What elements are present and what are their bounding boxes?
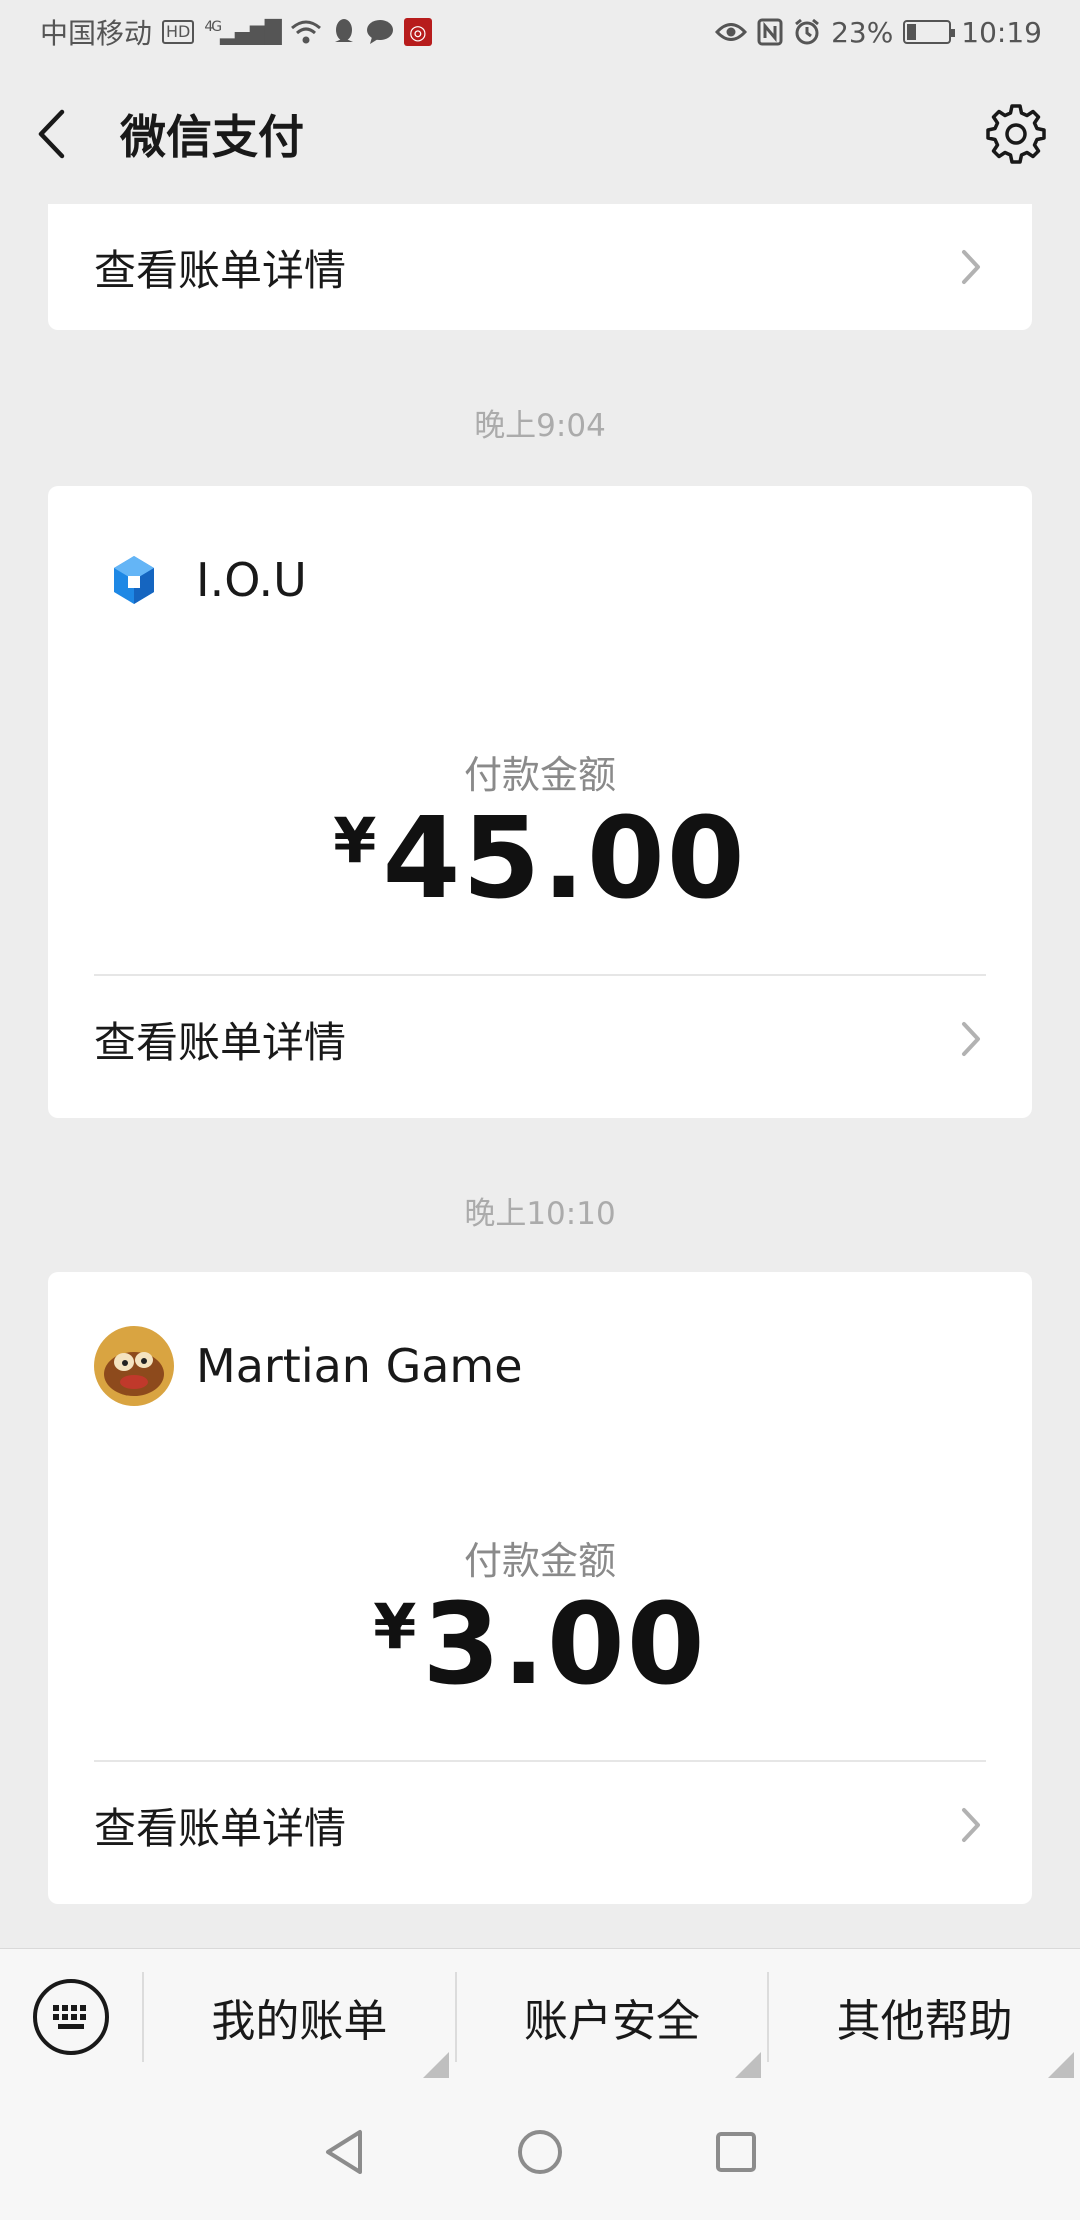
chevron-right-icon [962, 1808, 980, 1842]
wifi-icon [290, 20, 321, 44]
transaction-card: I.O.U 付款金额 ¥45.00 查看账单详情 [48, 486, 1032, 1118]
alarm-icon [795, 18, 819, 45]
merchant-row: I.O.U [94, 540, 307, 620]
eye-icon [715, 23, 748, 41]
merchant-name: I.O.U [196, 553, 307, 607]
gear-icon [986, 104, 1046, 164]
bottom-menu: 我的账单 账户安全 其他帮助 [0, 1948, 1080, 2084]
qq-icon [334, 19, 353, 42]
nav-back-icon[interactable] [322, 2128, 366, 2176]
status-right: 23% 10:19 [715, 16, 1042, 49]
transaction-card: Martian Game 付款金额 ¥3.00 查看账单详情 [48, 1272, 1032, 1904]
nav-recents-icon[interactable] [714, 2130, 758, 2174]
status-left: 中国移动 HD 4G▂▄▆█ ◎ [40, 12, 432, 52]
chat-bubble-icon [366, 20, 393, 44]
system-nav-bar [0, 2084, 1080, 2220]
payment-amount-label: 付款金额 [463, 1539, 616, 1583]
merchant-name: Martian Game [196, 1339, 523, 1393]
bank-app-icon: ◎ [403, 18, 432, 46]
keyboard-icon [33, 1978, 109, 2055]
page-title: 微信支付 [120, 110, 304, 164]
chevron-right-icon [962, 1022, 980, 1056]
nav-home-icon[interactable] [516, 2128, 564, 2176]
transaction-time: 晚上10:10 [464, 1196, 616, 1232]
view-bill-details-row[interactable]: 查看账单详情 [94, 204, 986, 330]
payment-amount: ¥3.00 [48, 1580, 1032, 1710]
view-bill-details-label: 查看账单详情 [94, 245, 347, 295]
merchant-row: Martian Game [94, 1326, 523, 1406]
keyboard-toggle-button[interactable] [0, 1949, 142, 2085]
signal-icon: 4G▂▄▆█ [204, 18, 281, 46]
amount-value: 45.00 [382, 794, 747, 924]
battery-percent: 23% [831, 15, 894, 49]
view-bill-details-label: 查看账单详情 [94, 1017, 347, 1067]
network-type: 4G [204, 18, 222, 35]
back-button[interactable] [36, 104, 84, 164]
battery-fill [907, 24, 917, 40]
submenu-indicator-icon [1048, 2051, 1075, 2078]
view-bill-details-row[interactable]: 查看账单详情 [94, 1762, 986, 1888]
view-bill-details-label: 查看账单详情 [94, 1803, 347, 1853]
martian-game-avatar-icon [94, 1326, 174, 1406]
hd-icon: HD [162, 20, 195, 44]
carrier-name: 中国移动 [40, 17, 153, 50]
currency-symbol: ¥ [333, 804, 377, 877]
menu-my-bills[interactable]: 我的账单 [142, 1971, 455, 2078]
transaction-time: 晚上9:04 [474, 408, 606, 444]
payment-amount: ¥45.00 [48, 794, 1032, 924]
chevron-left-icon [38, 109, 65, 159]
settings-button[interactable] [984, 102, 1048, 166]
menu-item-label: 账户安全 [524, 1995, 700, 2047]
status-bar: 中国移动 HD 4G▂▄▆█ ◎ 23% 10:19 [0, 0, 1080, 64]
view-bill-details-row[interactable]: 查看账单详情 [94, 976, 986, 1102]
chevron-right-icon [962, 250, 980, 284]
payment-amount-label: 付款金额 [463, 753, 616, 797]
nfc-icon [757, 18, 783, 46]
submenu-indicator-icon [735, 2051, 762, 2078]
iou-logo-icon [114, 556, 154, 604]
menu-other-help[interactable]: 其他帮助 [767, 1971, 1080, 2078]
currency-symbol: ¥ [373, 1590, 417, 1663]
transaction-card-partial: 查看账单详情 [48, 204, 1032, 330]
clock: 10:19 [961, 15, 1042, 49]
battery-icon [903, 20, 956, 44]
menu-item-label: 其他帮助 [836, 1995, 1013, 2047]
amount-value: 3.00 [422, 1580, 707, 1710]
menu-item-label: 我的账单 [211, 1995, 388, 2047]
submenu-indicator-icon [422, 2051, 449, 2078]
menu-account-security[interactable]: 账户安全 [454, 1971, 768, 2078]
app-header: 微信支付 [0, 64, 1080, 204]
